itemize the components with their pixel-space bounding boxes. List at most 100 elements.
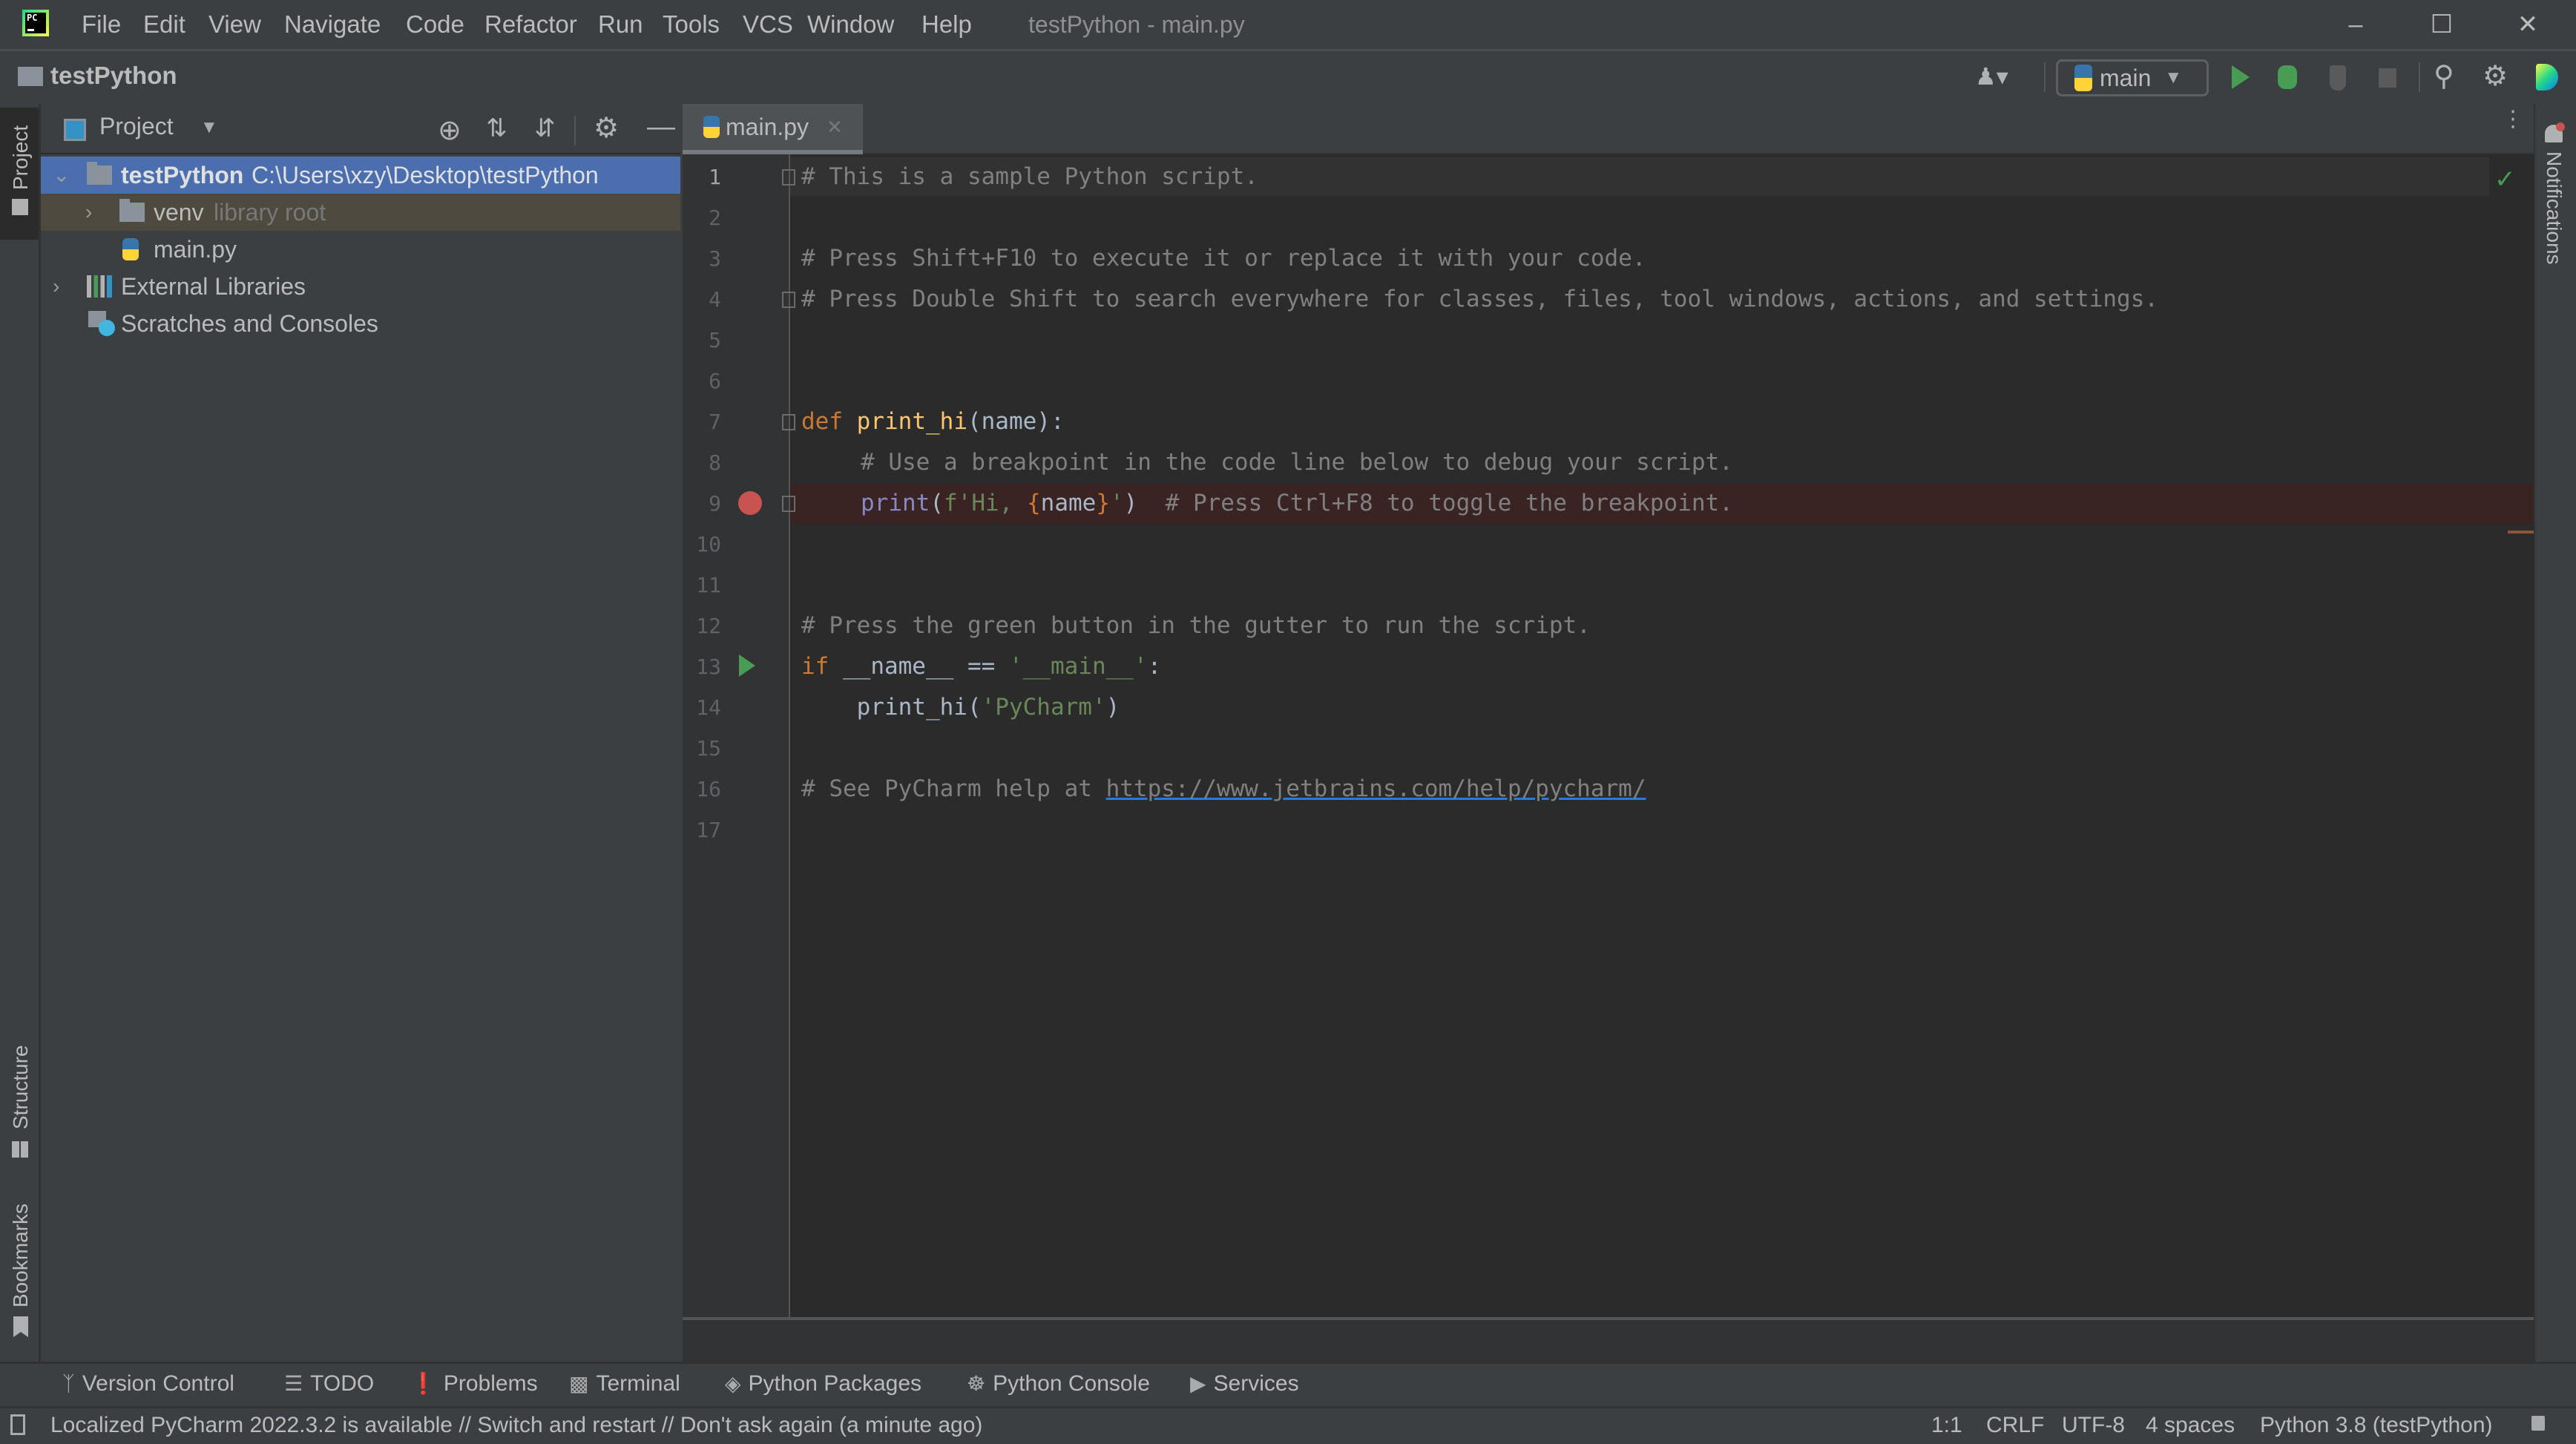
locate-file-icon[interactable]: ⊕ xyxy=(438,114,461,147)
pycharm-logo-icon[interactable]: PC xyxy=(22,10,49,36)
tree-item-hint: library root xyxy=(214,199,326,226)
tree-item-external-libraries[interactable]: › External Libraries xyxy=(41,268,680,305)
folder-icon xyxy=(87,162,112,185)
code-token: name xyxy=(1040,490,1097,516)
maximize-button[interactable]: ☐ xyxy=(2401,0,2483,49)
chevron-down-icon[interactable]: ⌄ xyxy=(53,157,70,194)
line-number: 16 xyxy=(696,777,721,801)
stripe-notifications-label[interactable]: Notifications xyxy=(2542,151,2566,265)
tool-services[interactable]: ▶ Services xyxy=(1190,1362,1299,1406)
line-number: 10 xyxy=(696,532,721,557)
stripe-bookmarks-label[interactable]: Bookmarks xyxy=(9,1204,33,1307)
close-tab-icon[interactable]: ✕ xyxy=(827,116,843,139)
tool-version-control[interactable]: ᛉ Version Control xyxy=(62,1362,234,1406)
menu-vcs[interactable]: VCS xyxy=(743,0,793,49)
indent-setting[interactable]: 4 spaces xyxy=(2146,1406,2235,1444)
chevron-down-icon[interactable]: ▼ xyxy=(200,117,218,138)
close-window-button[interactable]: ✕ xyxy=(2487,0,2569,49)
tool-label: TODO xyxy=(310,1371,375,1396)
run-gutter-icon[interactable] xyxy=(739,654,755,677)
lock-icon[interactable] xyxy=(2531,1416,2545,1431)
menu-navigate[interactable]: Navigate xyxy=(284,0,381,49)
string: '__main__' xyxy=(1008,653,1148,680)
toolbar-separator xyxy=(2044,62,2046,92)
help-link[interactable]: https://www.jetbrains.com/help/pycharm/ xyxy=(1106,775,1646,802)
stripe-structure-label[interactable]: Structure xyxy=(9,1045,33,1129)
coverage-icon[interactable] xyxy=(2330,65,2346,91)
gear-icon[interactable]: ⚙ xyxy=(594,111,619,145)
interpreter[interactable]: Python 3.8 (testPython) xyxy=(2260,1406,2493,1444)
line-number: 3 xyxy=(709,246,721,271)
code-editor[interactable] xyxy=(790,154,2534,1317)
code-line-3: # Press Shift+F10 to execute it or repla… xyxy=(801,245,1646,272)
fold-end-icon[interactable] xyxy=(782,292,795,308)
tool-python-packages[interactable]: ◈ Python Packages xyxy=(725,1362,921,1406)
tree-item-project-root[interactable]: ⌄ testPython C:\Users\xzy\Desktop\testPy… xyxy=(41,157,680,194)
expand-all-icon[interactable]: ⇅ xyxy=(486,114,507,143)
fold-start-icon[interactable] xyxy=(782,414,795,430)
line-number: 5 xyxy=(709,328,721,352)
code-line-7: def print_hi(name): xyxy=(801,401,1065,442)
line-number: 4 xyxy=(709,287,721,312)
code-line-4: # Press Double Shift to search everywher… xyxy=(801,286,2159,312)
project-view-icon xyxy=(64,119,86,141)
menu-view[interactable]: View xyxy=(208,0,261,49)
toggle-tool-windows-icon[interactable] xyxy=(10,1414,25,1435)
scrollbar-marker[interactable] xyxy=(2508,531,2534,534)
horizontal-scrollbar[interactable] xyxy=(683,1317,2534,1362)
run-configuration-select[interactable]: main ▼ xyxy=(2056,59,2209,96)
collapse-all-icon[interactable]: ⇵ xyxy=(534,114,556,143)
user-icon[interactable]: ♟▾ xyxy=(1975,62,2008,91)
tab-label: main.py xyxy=(726,113,809,140)
code-token: __name__ == xyxy=(829,653,1009,680)
folder-icon xyxy=(119,199,145,222)
menu-window[interactable]: Window xyxy=(807,0,894,49)
tree-item-main-py[interactable]: main.py xyxy=(41,231,680,268)
menu-file[interactable]: File xyxy=(82,0,121,49)
menu-refactor[interactable]: Refactor xyxy=(484,0,577,49)
line-separator[interactable]: CRLF xyxy=(1986,1406,2044,1444)
code-line-9: print(f'Hi, {name}') # Press Ctrl+F8 to … xyxy=(861,483,1733,524)
code-line-12: # Press the green button in the gutter t… xyxy=(801,612,1591,639)
chevron-right-icon[interactable]: › xyxy=(85,194,92,231)
stop-icon[interactable] xyxy=(2379,68,2396,88)
file-encoding[interactable]: UTF-8 xyxy=(2062,1406,2125,1444)
menu-code[interactable]: Code xyxy=(406,0,464,49)
fold-start-icon[interactable] xyxy=(782,169,795,186)
tree-item-label: Scratches and Consoles xyxy=(121,310,378,337)
tool-terminal[interactable]: ▩ Terminal xyxy=(569,1362,680,1406)
inspection-ok-icon[interactable]: ✓ xyxy=(2494,165,2516,194)
tool-problems[interactable]: ❗ Problems xyxy=(410,1362,538,1406)
debug-icon[interactable] xyxy=(2278,65,2297,89)
tree-item-scratches[interactable]: Scratches and Consoles xyxy=(41,305,680,342)
tree-item-venv[interactable]: › venv library root xyxy=(41,194,680,231)
stripe-project-label[interactable]: Project xyxy=(9,125,33,190)
line-number: 9 xyxy=(709,491,721,516)
more-options-icon[interactable]: ⋮ xyxy=(2502,108,2524,131)
tool-todo[interactable]: ☰ TODO xyxy=(284,1362,374,1406)
minimize-button[interactable]: – xyxy=(2315,0,2396,49)
tool-python-console[interactable]: ☸ Python Console xyxy=(967,1362,1150,1406)
menu-edit[interactable]: Edit xyxy=(143,0,185,49)
clock-icon xyxy=(99,320,115,336)
menu-help[interactable]: Help xyxy=(921,0,972,49)
chevron-right-icon[interactable]: › xyxy=(53,268,59,305)
tab-main-py[interactable]: main.py ✕ xyxy=(683,104,863,154)
caret-position[interactable]: 1:1 xyxy=(1931,1406,1962,1444)
menu-run[interactable]: Run xyxy=(598,0,643,49)
fold-end-icon[interactable] xyxy=(782,496,795,512)
status-message[interactable]: Localized PyCharm 2022.3.2 is available … xyxy=(50,1406,982,1444)
project-view-title[interactable]: Project xyxy=(99,113,174,140)
left-tool-stripe xyxy=(0,104,41,1362)
hide-panel-icon[interactable]: — xyxy=(647,111,675,143)
vcs-branch-icon: ᛉ xyxy=(62,1372,75,1395)
comment: # Press Ctrl+F8 to toggle the breakpoint… xyxy=(1137,490,1733,516)
search-icon[interactable]: ⚲ xyxy=(2434,59,2454,93)
run-icon[interactable] xyxy=(2232,65,2250,89)
code-token: ) xyxy=(1105,694,1120,721)
breakpoint-icon[interactable] xyxy=(738,491,762,515)
breadcrumb-project[interactable]: testPython xyxy=(50,62,177,90)
line-number: 6 xyxy=(709,369,721,393)
menu-tools[interactable]: Tools xyxy=(663,0,720,49)
gear-icon[interactable]: ⚙ xyxy=(2483,59,2508,93)
